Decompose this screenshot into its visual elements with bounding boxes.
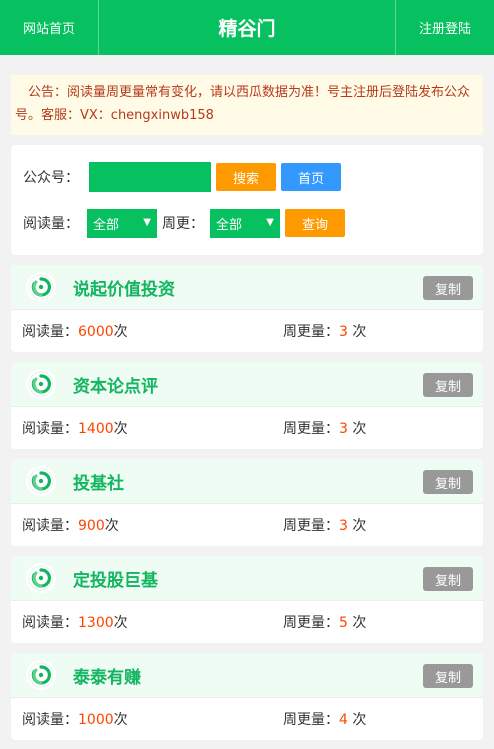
card-header: 投基社 复制 [11, 459, 483, 504]
account-label: 公众号： [23, 170, 79, 186]
read-stat: 阅读量：900次 [22, 515, 283, 535]
weekly-filter-label: 周更： [162, 216, 204, 232]
read-value: 1000 [78, 712, 114, 728]
read-value: 1300 [78, 615, 114, 631]
top-navbar: 网站首页 精谷门 注册登陆 [0, 0, 494, 55]
account-logo-icon [26, 563, 56, 593]
account-name[interactable]: 定投股巨基 [73, 566, 158, 591]
home-button[interactable]: 首页 [281, 163, 341, 191]
weekly-unit: 次 [347, 518, 367, 534]
read-label: 阅读量： [22, 421, 78, 437]
weekly-label: 周更量： [283, 712, 339, 728]
search-panel: 公众号： 搜索 首页 阅读量： 全部 ▼ 周更： 全部 ▼ 查询 [11, 145, 483, 255]
account-name[interactable]: 资本论点评 [73, 372, 158, 397]
read-label: 阅读量： [22, 615, 78, 631]
read-value: 1400 [78, 421, 114, 437]
read-value: 900 [78, 518, 105, 534]
account-logo-icon [26, 272, 56, 302]
account-name[interactable]: 投基社 [73, 469, 124, 494]
copy-button[interactable]: 复制 [423, 276, 473, 300]
card-stats: 阅读量：1400次 周更量：3 次 [11, 407, 483, 449]
weekly-value: 3 [339, 518, 348, 534]
read-stat: 阅读量：1400次 [22, 418, 283, 438]
weekly-value: 4 [339, 712, 348, 728]
account-name[interactable]: 说起价值投资 [73, 275, 175, 300]
account-card: 资本论点评 复制 阅读量：1400次 周更量：3 次 [11, 362, 483, 449]
account-logo-icon [26, 466, 56, 496]
account-name[interactable]: 泰泰有赚 [73, 663, 141, 688]
read-unit: 次 [113, 615, 128, 631]
weekly-unit: 次 [347, 421, 367, 437]
copy-button[interactable]: 复制 [423, 373, 473, 397]
account-card: 定投股巨基 复制 阅读量：1300次 周更量：5 次 [11, 556, 483, 643]
copy-button[interactable]: 复制 [423, 567, 473, 591]
account-logo-icon [26, 660, 56, 690]
read-stat: 阅读量：6000次 [22, 321, 283, 341]
read-label: 阅读量： [22, 324, 78, 340]
read-stat: 阅读量：1000次 [22, 709, 283, 729]
read-unit: 次 [113, 421, 128, 437]
weekly-label: 周更量： [283, 324, 339, 340]
weekly-filter-select[interactable]: 全部 ▼ [210, 208, 280, 238]
weekly-value: 3 [339, 324, 348, 340]
account-card: 泰泰有赚 复制 阅读量：1000次 周更量：4 次 [11, 653, 483, 740]
weekly-stat: 周更量：3 次 [283, 418, 366, 438]
read-stat: 阅读量：1300次 [22, 612, 283, 632]
weekly-value: 5 [339, 615, 348, 631]
card-header: 资本论点评 复制 [11, 362, 483, 407]
chevron-down-icon: ▼ [143, 216, 151, 228]
weekly-unit: 次 [347, 712, 367, 728]
account-card: 投基社 复制 阅读量：900次 周更量：3 次 [11, 459, 483, 546]
read-unit: 次 [113, 712, 128, 728]
weekly-label: 周更量： [283, 421, 339, 437]
weekly-stat: 周更量：3 次 [283, 515, 366, 535]
copy-button[interactable]: 复制 [423, 664, 473, 688]
read-filter-label: 阅读量： [23, 216, 79, 232]
weekly-unit: 次 [347, 324, 367, 340]
card-stats: 阅读量：1300次 周更量：5 次 [11, 601, 483, 643]
site-title: 精谷门 [218, 18, 276, 40]
weekly-label: 周更量： [283, 615, 339, 631]
copy-button[interactable]: 复制 [423, 470, 473, 494]
weekly-stat: 周更量：3 次 [283, 321, 366, 341]
card-stats: 阅读量：1000次 周更量：4 次 [11, 698, 483, 740]
search-button[interactable]: 搜索 [216, 163, 276, 191]
read-filter-select[interactable]: 全部 ▼ [87, 208, 157, 238]
weekly-stat: 周更量：4 次 [283, 709, 366, 729]
weekly-value: 3 [339, 421, 348, 437]
read-value: 6000 [78, 324, 114, 340]
query-button[interactable]: 查询 [285, 209, 345, 237]
read-unit: 次 [104, 518, 119, 534]
weekly-label: 周更量： [283, 518, 339, 534]
account-card: 说起价值投资 复制 阅读量：6000次 周更量：3 次 [11, 265, 483, 352]
card-stats: 阅读量：6000次 周更量：3 次 [11, 310, 483, 352]
card-header: 说起价值投资 复制 [11, 265, 483, 310]
card-stats: 阅读量：900次 周更量：3 次 [11, 504, 483, 546]
home-link[interactable]: 网站首页 [0, 0, 99, 55]
announcement: 公告：阅读量周更量常有变化，请以西瓜数据为准！号主注册后登陆发布公众号。客服：V… [11, 75, 483, 135]
card-header: 泰泰有赚 复制 [11, 653, 483, 698]
read-label: 阅读量： [22, 518, 78, 534]
read-label: 阅读量： [22, 712, 78, 728]
read-unit: 次 [113, 324, 128, 340]
weekly-stat: 周更量：5 次 [283, 612, 366, 632]
account-search-input[interactable] [89, 162, 211, 192]
account-list: 说起价值投资 复制 阅读量：6000次 周更量：3 次资本论点评 复制 阅读量：1400次… [0, 265, 494, 740]
weekly-filter-value: 全部 [216, 217, 243, 233]
register-login-link[interactable]: 注册登陆 [395, 0, 494, 55]
chevron-down-icon: ▼ [266, 216, 274, 228]
account-logo-icon [26, 369, 56, 399]
read-filter-value: 全部 [93, 217, 120, 233]
weekly-unit: 次 [347, 615, 367, 631]
card-header: 定投股巨基 复制 [11, 556, 483, 601]
